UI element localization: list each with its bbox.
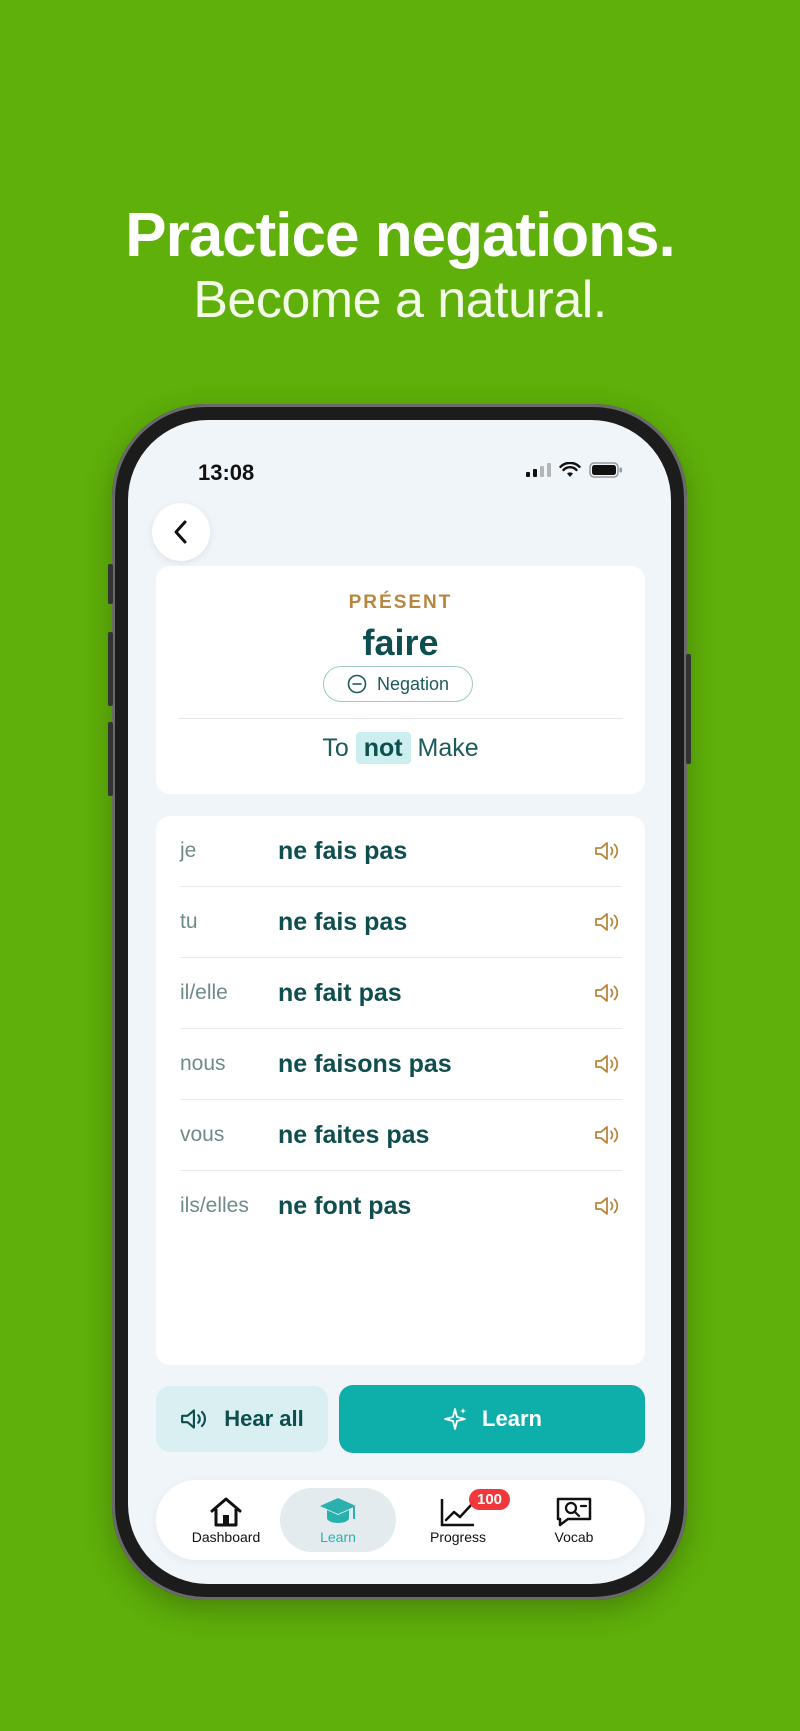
list-item[interactable]: je ne fais pas — [180, 816, 622, 886]
conjugated-form: ne faites pas — [278, 1120, 430, 1149]
tab-label: Dashboard — [191, 1529, 261, 1545]
meaning-post: Make — [417, 734, 479, 762]
minus-circle-icon — [347, 674, 367, 694]
tab-progress[interactable]: 100 Progress — [400, 1488, 516, 1552]
promo-subline: Become a natural. — [193, 271, 607, 329]
pronoun: je — [180, 839, 197, 862]
conjugated-form: ne fais pas — [278, 907, 408, 936]
battery-icon — [589, 462, 622, 478]
tab-dashboard[interactable]: Dashboard — [168, 1488, 284, 1552]
meaning-pre: To — [322, 734, 349, 762]
hear-all-button[interactable]: Hear all — [156, 1386, 328, 1452]
list-item[interactable]: vous ne faites pas — [180, 1100, 622, 1170]
meaning-highlight: not — [355, 732, 411, 764]
speaker-icon — [181, 1409, 207, 1429]
promo-headline: Practice negations. — [125, 201, 676, 270]
verb-title: faire — [362, 622, 439, 663]
speaker-icon[interactable] — [592, 1053, 622, 1075]
back-button[interactable] — [152, 503, 210, 561]
learn-button[interactable]: Learn — [339, 1385, 645, 1453]
list-item[interactable]: il/elle ne fait pas — [180, 958, 622, 1028]
verb-meaning: To not Make — [156, 732, 645, 764]
conjugated-form: ne fais pas — [278, 836, 408, 865]
home-icon — [210, 1497, 242, 1527]
silent-switch — [108, 564, 113, 604]
status-time: 13:08 — [198, 460, 255, 485]
wifi-icon — [559, 462, 581, 477]
app-screen: 13:08 PRÉSENT faire Negation To not Make… — [128, 420, 671, 1584]
pronoun: nous — [180, 1052, 226, 1075]
list-item[interactable]: nous ne faisons pas — [180, 1029, 622, 1099]
card-divider — [178, 718, 623, 719]
pronoun: il/elle — [180, 981, 228, 1004]
speaker-icon[interactable] — [592, 911, 622, 933]
speaker-icon[interactable] — [592, 840, 622, 862]
pronoun: vous — [180, 1123, 225, 1146]
volume-up-button — [108, 632, 113, 706]
graduation-cap-icon — [320, 1498, 356, 1523]
tab-learn[interactable]: Learn — [280, 1488, 396, 1552]
conjugated-form: ne fait pas — [278, 978, 402, 1007]
progress-badge: 100 — [469, 1489, 511, 1510]
conjugation-list: je ne fais pas tu ne fais pas il/elle ne… — [156, 816, 645, 1365]
list-item[interactable]: tu ne fais pas — [180, 887, 622, 957]
tab-label: Vocab — [554, 1529, 594, 1545]
pronoun: tu — [180, 910, 198, 933]
tense-label: PRÉSENT — [348, 592, 453, 613]
negation-chip[interactable]: Negation — [323, 666, 473, 702]
pronoun: ils/elles — [180, 1194, 249, 1217]
tab-bar: Dashboard Learn 100 Progress Vocab — [156, 1480, 645, 1560]
speaker-icon[interactable] — [592, 982, 622, 1004]
chat-search-icon — [556, 1497, 592, 1527]
list-item[interactable]: ils/elles ne font pas — [180, 1171, 622, 1241]
speaker-icon[interactable] — [592, 1124, 622, 1146]
tab-label: Progress — [429, 1529, 487, 1545]
speaker-icon[interactable] — [592, 1195, 622, 1217]
conjugated-form: ne font pas — [278, 1191, 412, 1220]
volume-down-button — [108, 722, 113, 796]
status-icons — [525, 460, 623, 480]
phone-frame: 13:08 PRÉSENT faire Negation To not Make… — [108, 404, 691, 1600]
conjugation-card: PRÉSENT faire Negation To not Make — [156, 566, 645, 794]
signal-icon — [526, 463, 551, 477]
conjugated-form: ne faisons pas — [278, 1049, 452, 1078]
sparkle-icon — [444, 1408, 467, 1430]
hear-all-label: Hear all — [224, 1406, 304, 1431]
power-button — [686, 654, 691, 764]
tab-vocab[interactable]: Vocab — [516, 1488, 632, 1552]
negation-chip-label: Negation — [376, 673, 450, 694]
learn-label: Learn — [482, 1406, 542, 1431]
tab-label: Learn — [320, 1529, 356, 1545]
chevron-left-icon — [174, 520, 187, 544]
